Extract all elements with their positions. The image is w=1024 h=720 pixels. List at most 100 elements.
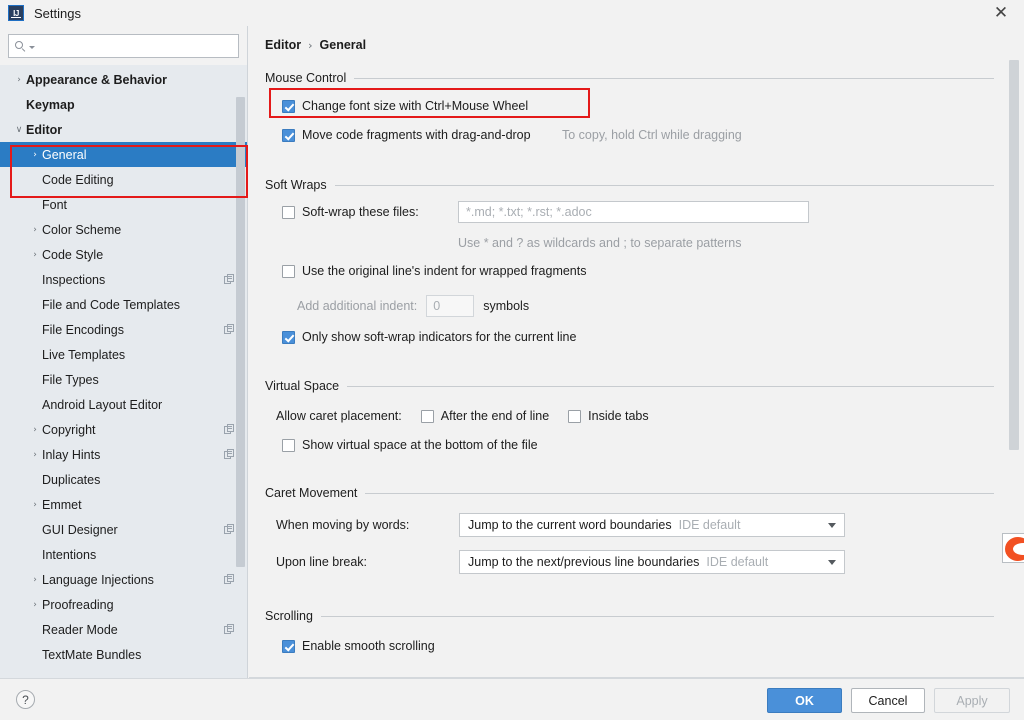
sidebar-item-intentions[interactable]: Intentions: [0, 542, 247, 567]
section-rule: [334, 184, 994, 186]
sidebar-item-inspections[interactable]: Inspections: [0, 267, 247, 292]
checkbox-original-indent[interactable]: [282, 264, 295, 278]
sidebar-scrollbar-thumb[interactable]: [236, 97, 245, 567]
edge-browser-icon[interactable]: [1002, 533, 1024, 563]
checkbox-after-end-of-line[interactable]: [420, 409, 434, 423]
checkbox-enable-smooth-scrolling[interactable]: [282, 639, 295, 653]
dropdown-upon-line-break-suffix: IDE default: [706, 555, 769, 569]
sidebar-item-general[interactable]: › General: [0, 142, 247, 167]
section-rule: [347, 385, 994, 387]
content-scrollbar-thumb[interactable]: [1009, 60, 1019, 450]
search-field[interactable]: [8, 34, 239, 58]
chevron-down-icon[interactable]: [828, 559, 836, 565]
row-allow-caret-placement: Allow caret placement: After the end of …: [276, 407, 649, 425]
chevron-down-icon[interactable]: ∨: [12, 125, 26, 135]
breadcrumb-parent[interactable]: Editor: [265, 38, 301, 52]
checkbox-soft-wrap-files[interactable]: [282, 205, 295, 219]
cancel-button[interactable]: Cancel: [851, 688, 925, 713]
chevron-right-icon[interactable]: ›: [28, 575, 42, 585]
checkbox-row-show-virtual-space[interactable]: Show virtual space at the bottom of the …: [282, 436, 538, 454]
project-level-settings-icon: [224, 324, 235, 335]
intellij-idea-logo-icon: [8, 5, 24, 21]
section-scrolling: Scrolling: [265, 608, 994, 624]
sidebar-item-file-encodings[interactable]: File Encodings: [0, 317, 247, 342]
sidebar-item-android-layout-editor[interactable]: Android Layout Editor: [0, 392, 247, 417]
breadcrumb: Editor › General: [265, 38, 366, 52]
label-move-code-fragments: Move code fragments with drag-and-drop: [302, 128, 531, 142]
settings-tree[interactable]: › Appearance & Behavior Keymap ∨ Editor › Gene…: [0, 67, 247, 678]
sidebar-item-editor[interactable]: ∨ Editor: [0, 117, 247, 142]
sidebar-item-copyright[interactable]: › Copyright: [0, 417, 247, 442]
chevron-right-icon[interactable]: ›: [28, 600, 42, 610]
sidebar-item-language-injections[interactable]: › Language Injections: [0, 567, 247, 592]
chevron-right-icon[interactable]: ›: [12, 75, 26, 85]
checkbox-row-enable-smooth-scrolling[interactable]: Enable smooth scrolling: [282, 637, 435, 655]
sidebar-item-emmet[interactable]: › Emmet: [0, 492, 247, 517]
dropdown-when-moving-by-words[interactable]: Jump to the current word boundaries IDE …: [459, 513, 845, 537]
sidebar-item-code-style[interactable]: › Code Style: [0, 242, 247, 267]
chevron-right-icon[interactable]: ›: [28, 250, 42, 260]
sidebar-item-label: File Encodings: [42, 322, 124, 337]
chevron-down-icon[interactable]: [828, 522, 836, 528]
sidebar-item-color-scheme[interactable]: › Color Scheme: [0, 217, 247, 242]
search-container: [0, 26, 247, 65]
input-soft-wrap-files[interactable]: *.md; *.txt; *.rst; *.adoc: [458, 201, 809, 223]
sidebar-item-gui-designer[interactable]: GUI Designer: [0, 517, 247, 542]
help-icon[interactable]: ?: [16, 690, 35, 709]
ok-button[interactable]: OK: [767, 688, 842, 713]
chevron-right-icon[interactable]: ›: [28, 450, 42, 460]
project-level-settings-icon: [224, 624, 235, 635]
section-title: Scrolling: [265, 609, 313, 623]
sidebar-item-reader-mode[interactable]: Reader Mode: [0, 617, 247, 642]
checkbox-row-after-end-of-line[interactable]: After the end of line: [420, 407, 549, 425]
sidebar-item-inlay-hints[interactable]: › Inlay Hints: [0, 442, 247, 467]
sidebar-item-label: Inspections: [42, 272, 106, 287]
search-input[interactable]: [38, 36, 232, 56]
hint-move-code-fragments: To copy, hold Ctrl while dragging: [562, 128, 742, 142]
project-level-settings-icon: [224, 449, 235, 460]
sidebar-item-label: Android Layout Editor: [42, 397, 163, 412]
sidebar-item-textmate-bundles[interactable]: TextMate Bundles: [0, 642, 247, 667]
sidebar-item-font[interactable]: Font: [0, 192, 247, 217]
value-add-additional-indent: 0: [433, 299, 441, 313]
content-scrollbar[interactable]: [1009, 26, 1020, 678]
checkbox-change-font-size[interactable]: [282, 99, 295, 113]
sidebar-item-keymap[interactable]: Keymap: [0, 92, 247, 117]
dropdown-when-moving-value: Jump to the current word boundaries: [468, 518, 672, 532]
close-icon[interactable]: ✕: [978, 0, 1024, 26]
sidebar-scrollbar[interactable]: [235, 67, 246, 678]
checkbox-row-inside-tabs[interactable]: Inside tabs: [568, 407, 649, 425]
sidebar-item-duplicates[interactable]: Duplicates: [0, 467, 247, 492]
label-only-show-indicators: Only show soft-wrap indicators for the c…: [302, 330, 577, 344]
sidebar-item-appearance-behavior[interactable]: › Appearance & Behavior: [0, 67, 247, 92]
sidebar-item-live-templates[interactable]: Live Templates: [0, 342, 247, 367]
sidebar-item-label: Duplicates: [42, 472, 101, 487]
chevron-right-icon[interactable]: ›: [28, 425, 42, 435]
sidebar-item-label: Intentions: [42, 547, 97, 562]
checkbox-row-move-code-fragments[interactable]: Move code fragments with drag-and-drop: [282, 126, 531, 144]
checkbox-only-show-indicators[interactable]: [282, 330, 295, 344]
checkbox-row-original-indent[interactable]: Use the original line's indent for wrapp…: [282, 262, 587, 280]
label-allow-caret-placement: Allow caret placement:: [276, 409, 402, 423]
dropdown-upon-line-break[interactable]: Jump to the next/previous line boundarie…: [459, 550, 845, 574]
checkbox-row-change-font-size[interactable]: Change font size with Ctrl+Mouse Wheel: [282, 97, 528, 115]
checkbox-row-only-show-indicators[interactable]: Only show soft-wrap indicators for the c…: [282, 328, 576, 346]
checkbox-move-code-fragments[interactable]: [282, 128, 295, 142]
sidebar-item-label: Appearance & Behavior: [26, 72, 168, 87]
section-caret-movement: Caret Movement: [265, 485, 994, 501]
checkbox-row-soft-wrap-files[interactable]: Soft-wrap these files:: [282, 203, 419, 221]
sidebar-item-file-and-code-templates[interactable]: File and Code Templates: [0, 292, 247, 317]
project-level-settings-icon: [224, 424, 235, 435]
label-symbols: symbols: [483, 299, 530, 313]
chevron-right-icon[interactable]: ›: [28, 500, 42, 510]
sidebar-item-code-editing[interactable]: Code Editing: [0, 167, 247, 192]
chevron-right-icon[interactable]: ›: [28, 150, 42, 160]
chevron-right-icon[interactable]: ›: [28, 225, 42, 235]
checkbox-inside-tabs[interactable]: [568, 409, 582, 423]
sidebar-item-proofreading[interactable]: › Proofreading: [0, 592, 247, 617]
section-header-mouse-control: Mouse Control: [265, 70, 994, 86]
sidebar-item-file-types[interactable]: File Types: [0, 367, 247, 392]
chevron-down-icon[interactable]: [29, 46, 35, 49]
checkbox-show-virtual-space[interactable]: [282, 438, 295, 452]
input-add-additional-indent[interactable]: 0: [426, 295, 475, 317]
